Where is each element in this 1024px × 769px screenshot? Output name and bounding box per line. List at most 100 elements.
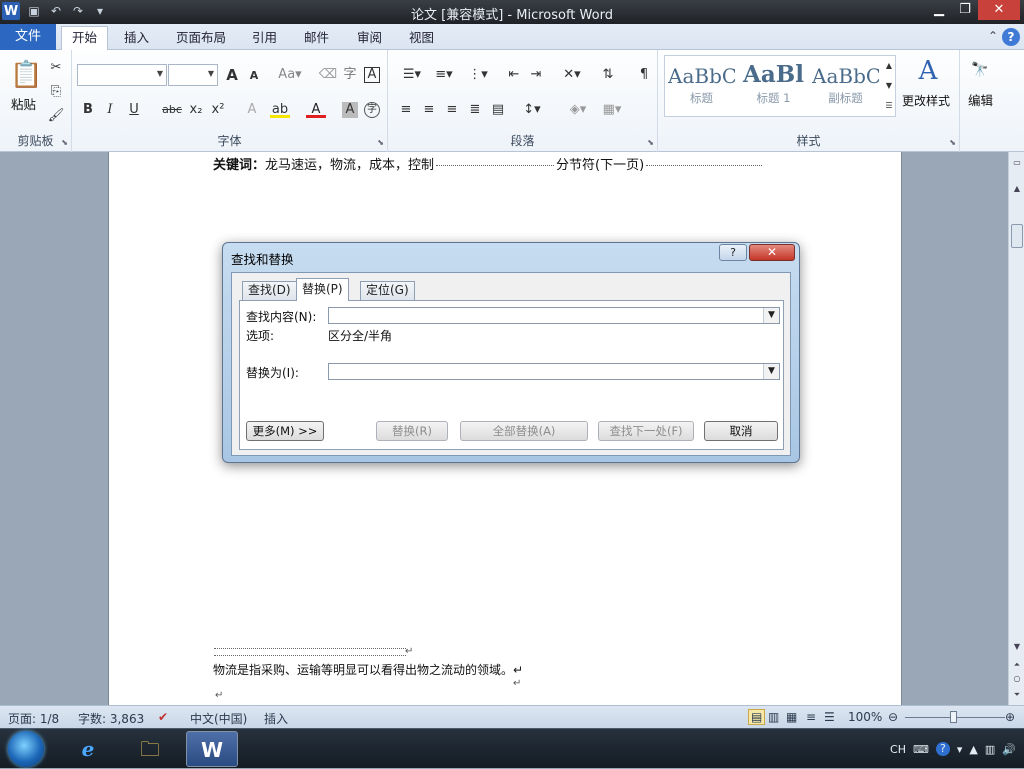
find-next-button[interactable]: 查找下一处(F) — [598, 421, 694, 441]
scroll-up-icon[interactable]: ▲ — [1009, 182, 1024, 196]
full-screen-reading-icon[interactable]: ▥ — [768, 710, 779, 724]
tab-find[interactable]: 查找(D) — [242, 281, 297, 300]
zoom-out-icon[interactable]: ⊖ — [888, 710, 898, 724]
style-heading1[interactable]: AaBl 标题 1 — [740, 58, 807, 110]
tab-view[interactable]: 视图 — [409, 27, 434, 50]
draft-icon[interactable]: ☰ — [824, 710, 835, 724]
styles-more-icon[interactable]: ☰ — [882, 96, 896, 114]
insert-mode[interactable]: 插入 — [264, 710, 288, 727]
scroll-down-icon[interactable]: ▼ — [1009, 640, 1024, 654]
page-indicator[interactable]: 页面: 1/8 — [8, 710, 59, 727]
clear-format-icon[interactable]: ⌫ — [318, 65, 338, 85]
vertical-scrollbar[interactable]: ▭ ▲ ▼ ⏶ ○ ⏷ — [1008, 152, 1024, 705]
phonetic-guide-icon[interactable]: 字 — [340, 65, 360, 85]
explorer-icon[interactable]: 🗀 — [124, 731, 176, 767]
decrease-indent-icon[interactable]: ⇤ — [504, 65, 524, 85]
binoculars-icon[interactable]: 🔭 — [970, 60, 990, 80]
tab-review[interactable]: 审阅 — [357, 27, 382, 50]
styles-scroll-up-icon[interactable]: ▲ — [882, 56, 896, 74]
more-button[interactable]: 更多(M) >> — [246, 421, 324, 441]
format-painter-icon[interactable]: 🖌 — [46, 106, 66, 126]
shrink-font-icon[interactable]: A — [244, 66, 264, 86]
multilevel-list-icon[interactable]: ⋮▾ — [464, 65, 492, 85]
numbering-icon[interactable]: ≡▾ — [430, 65, 458, 85]
previous-page-icon[interactable]: ⏶ — [1009, 658, 1024, 672]
cancel-button[interactable]: 取消 — [704, 421, 778, 441]
ie-icon[interactable]: e — [62, 731, 114, 767]
font-color-icon[interactable]: A — [306, 100, 326, 118]
outline-icon[interactable]: ≡ — [806, 710, 816, 724]
highlight-icon[interactable]: ab — [270, 100, 290, 118]
styles-scroll-down-icon[interactable]: ▼ — [882, 76, 896, 94]
tab-replace[interactable]: 替换(P) — [296, 278, 349, 301]
cut-icon[interactable]: ✂ — [46, 58, 66, 78]
web-layout-icon[interactable]: ▦ — [786, 710, 797, 724]
line-spacing-icon[interactable]: ↕▾ — [518, 100, 546, 120]
maximize-button[interactable]: ❐ — [952, 0, 978, 20]
minimize-button[interactable]: ▁ — [926, 0, 952, 20]
strikethrough-icon[interactable]: abc — [160, 100, 184, 120]
underline-icon[interactable]: U — [124, 100, 144, 120]
paste-button[interactable]: 粘贴 — [11, 94, 36, 113]
font-launcher-icon[interactable]: ⬊ — [377, 138, 384, 147]
chinese-layout-icon[interactable]: ✕▾ — [558, 65, 586, 85]
zoom-in-icon[interactable]: ⊕ — [1005, 710, 1015, 724]
enclose-char-icon[interactable]: 字 — [364, 102, 380, 118]
tab-page-layout[interactable]: 页面布局 — [176, 27, 226, 50]
justify-icon[interactable]: ≣ — [465, 100, 485, 120]
editing-button[interactable]: 编辑 — [968, 90, 993, 109]
tab-mailings[interactable]: 邮件 — [304, 27, 329, 50]
paste-icon[interactable]: 📋 — [10, 58, 42, 92]
style-title[interactable]: AaBbC 标题 — [668, 58, 735, 110]
style-subtitle[interactable]: AaBbC 副标题 — [812, 58, 879, 110]
proofing-icon[interactable]: ✔ — [158, 710, 168, 724]
zoom-level[interactable]: 100% — [848, 710, 882, 724]
tab-home[interactable]: 开始 — [61, 26, 109, 51]
ime-options-icon[interactable]: ▾ — [957, 743, 963, 756]
ime-indicator[interactable]: CH — [890, 743, 906, 756]
select-browse-object-icon[interactable]: ○ — [1009, 672, 1024, 686]
change-styles-icon[interactable]: A — [910, 56, 946, 86]
char-border-icon[interactable]: A — [364, 67, 380, 83]
find-dropdown-icon[interactable]: ▼ — [763, 308, 779, 323]
show-marks-icon[interactable]: ¶ — [634, 65, 654, 85]
distributed-icon[interactable]: ▤ — [488, 100, 508, 120]
tab-goto[interactable]: 定位(G) — [360, 281, 415, 300]
styles-launcher-icon[interactable]: ⬊ — [949, 138, 956, 147]
change-styles-button[interactable]: 更改样式 — [902, 92, 950, 109]
zoom-slider-thumb[interactable] — [950, 711, 957, 723]
shading-icon[interactable]: ◈▾ — [564, 100, 592, 120]
superscript-icon[interactable]: x² — [208, 100, 228, 120]
word-count[interactable]: 字数: 3,863 — [78, 710, 144, 727]
show-hidden-icons-icon[interactable]: ▲ — [969, 743, 977, 756]
volume-icon[interactable]: 🔊 — [1002, 743, 1016, 756]
grow-font-icon[interactable]: A — [222, 65, 242, 85]
tab-references[interactable]: 引用 — [252, 27, 277, 50]
replace-button[interactable]: 替换(R) — [376, 421, 448, 441]
change-case-icon[interactable]: Aa▾ — [276, 65, 304, 85]
close-window-button[interactable]: ✕ — [978, 0, 1020, 20]
start-button[interactable] — [8, 731, 44, 767]
dialog-close-button[interactable]: ✕ — [749, 244, 795, 261]
increase-indent-icon[interactable]: ⇥ — [526, 65, 546, 85]
clipboard-launcher-icon[interactable]: ⬊ — [61, 138, 68, 147]
help-icon[interactable]: ? — [1002, 28, 1020, 46]
font-size-combo[interactable]: ▼ — [168, 64, 218, 86]
paragraph-launcher-icon[interactable]: ⬊ — [647, 138, 654, 147]
italic-icon[interactable]: I — [100, 100, 120, 120]
bullets-icon[interactable]: ☰▾ — [398, 65, 426, 85]
ruler-toggle-icon[interactable]: ▭ — [1009, 156, 1024, 170]
sort-icon[interactable]: ⇅ — [598, 65, 618, 85]
text-effects-icon[interactable]: A — [242, 100, 262, 120]
find-what-combo[interactable]: ▼ — [328, 307, 780, 324]
align-left-icon[interactable]: ≡ — [396, 100, 416, 120]
next-page-icon[interactable]: ⏷ — [1009, 688, 1024, 702]
network-icon[interactable]: ▥ — [985, 743, 995, 756]
replace-all-button[interactable]: 全部替换(A) — [460, 421, 588, 441]
subscript-icon[interactable]: x₂ — [186, 100, 206, 120]
replace-with-combo[interactable]: ▼ — [328, 363, 780, 380]
font-name-combo[interactable]: ▼ — [77, 64, 167, 86]
tab-file[interactable]: 文件 — [0, 24, 56, 50]
replace-dropdown-icon[interactable]: ▼ — [763, 364, 779, 379]
char-shading-icon[interactable]: A — [342, 102, 358, 118]
